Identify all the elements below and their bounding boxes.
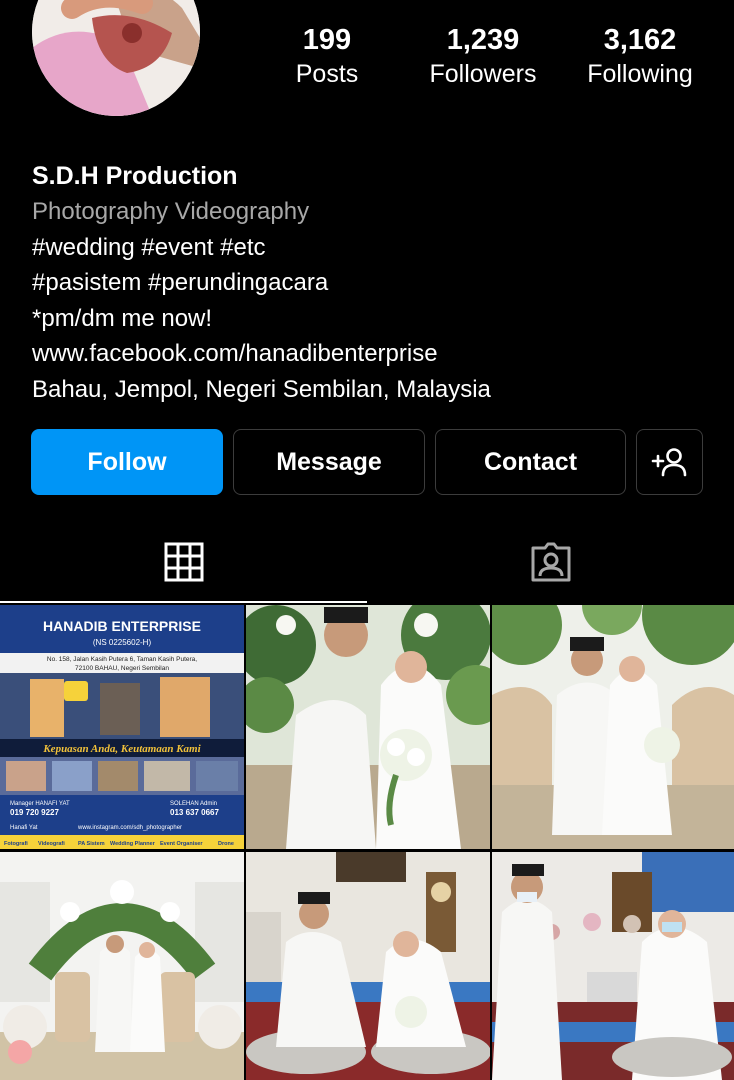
poster-reg: (NS 0225602-H)	[93, 638, 152, 647]
poster-manager-1: Manager HANAFI YAT	[10, 801, 70, 807]
tab-posts-grid[interactable]	[0, 522, 367, 602]
poster-service: PA Sistem	[78, 841, 105, 847]
poster-address-1: No. 158, Jalan Kasih Putera 6, Taman Kas…	[47, 656, 197, 663]
bio-line: #pasistem #perundingacara	[32, 269, 329, 296]
wedding-stage-photo	[0, 852, 244, 1080]
avatar-image	[32, 0, 200, 116]
bio-line: *pm/dm me now!	[32, 304, 213, 332]
stat-following[interactable]: 3,162 Following	[574, 22, 706, 90]
following-label: Following	[587, 60, 693, 88]
poster-social-1: Hanafi Yat	[10, 825, 38, 831]
stat-posts[interactable]: 199 Posts	[287, 22, 367, 90]
following-count: 3,162	[603, 24, 677, 56]
wedding-ceremony-photo	[246, 852, 490, 1080]
posts-grid: HANADIB ENTERPRISE (NS 0225602-H) No. 15…	[0, 605, 734, 1080]
poster-phone-2: 013 637 0667	[170, 808, 219, 817]
tab-tagged[interactable]	[367, 522, 734, 602]
profile-category: Photography Videography	[32, 198, 310, 225]
profile-bio: S.D.H Production Photography Videography…	[32, 158, 712, 407]
poster-image: HANADIB ENTERPRISE (NS 0225602-H) No. 15…	[0, 605, 244, 849]
poster-service: Videografi	[38, 841, 65, 847]
wedding-couple-photo	[492, 605, 734, 849]
post-tile-photo[interactable]	[0, 852, 244, 1080]
post-tile-photo[interactable]	[246, 605, 490, 849]
profile-link[interactable]: www.facebook.com/hanadibenterprise	[32, 336, 712, 372]
grid-icon	[164, 542, 203, 582]
suggested-accounts-button[interactable]	[636, 429, 703, 495]
poster-brand: HANADIB ENTERPRISE	[43, 618, 201, 634]
wedding-couple-photo	[246, 605, 490, 849]
post-tile-photo[interactable]	[492, 605, 734, 849]
poster-service: Drone	[218, 841, 234, 847]
tagged-person-icon	[531, 542, 570, 582]
poster-manager-2: SOLEHAN Admin	[170, 801, 217, 807]
posts-label: Posts	[295, 60, 359, 88]
profile-name: S.D.H Production	[32, 162, 238, 190]
bio-line: #wedding #event #etc	[32, 233, 266, 261]
profile-avatar[interactable]	[32, 0, 200, 116]
poster-service: Wedding Planner	[110, 841, 156, 847]
follow-button[interactable]: Follow	[31, 429, 223, 495]
poster-tagline: Kepuasan Anda, Keutamaan Kami	[42, 743, 201, 755]
poster-social-2: www.instagram.com/sdh_photographer	[77, 825, 182, 831]
stat-followers[interactable]: 1,239 Followers	[420, 22, 546, 90]
active-tab-indicator	[0, 601, 367, 603]
contact-button[interactable]: Contact	[435, 429, 626, 495]
post-tile-poster[interactable]: HANADIB ENTERPRISE (NS 0225602-H) No. 15…	[0, 605, 244, 849]
poster-service: Fotografi	[4, 841, 28, 847]
wedding-ceremony-photo	[492, 852, 734, 1080]
poster-phone-1: 019 720 9227	[10, 808, 59, 817]
followers-count: 1,239	[446, 24, 520, 56]
poster-service: Event Organiser	[160, 841, 203, 847]
post-tile-photo[interactable]	[246, 852, 490, 1080]
profile-location[interactable]: Bahau, Jempol, Negeri Sembilan, Malaysia	[32, 372, 712, 408]
posts-count: 199	[302, 24, 352, 56]
add-person-icon	[651, 448, 686, 477]
followers-label: Followers	[429, 60, 537, 88]
post-tile-photo[interactable]	[492, 852, 734, 1080]
poster-address-2: 72100 BAHAU, Negeri Sembilan	[75, 665, 169, 672]
message-button[interactable]: Message	[233, 429, 425, 495]
